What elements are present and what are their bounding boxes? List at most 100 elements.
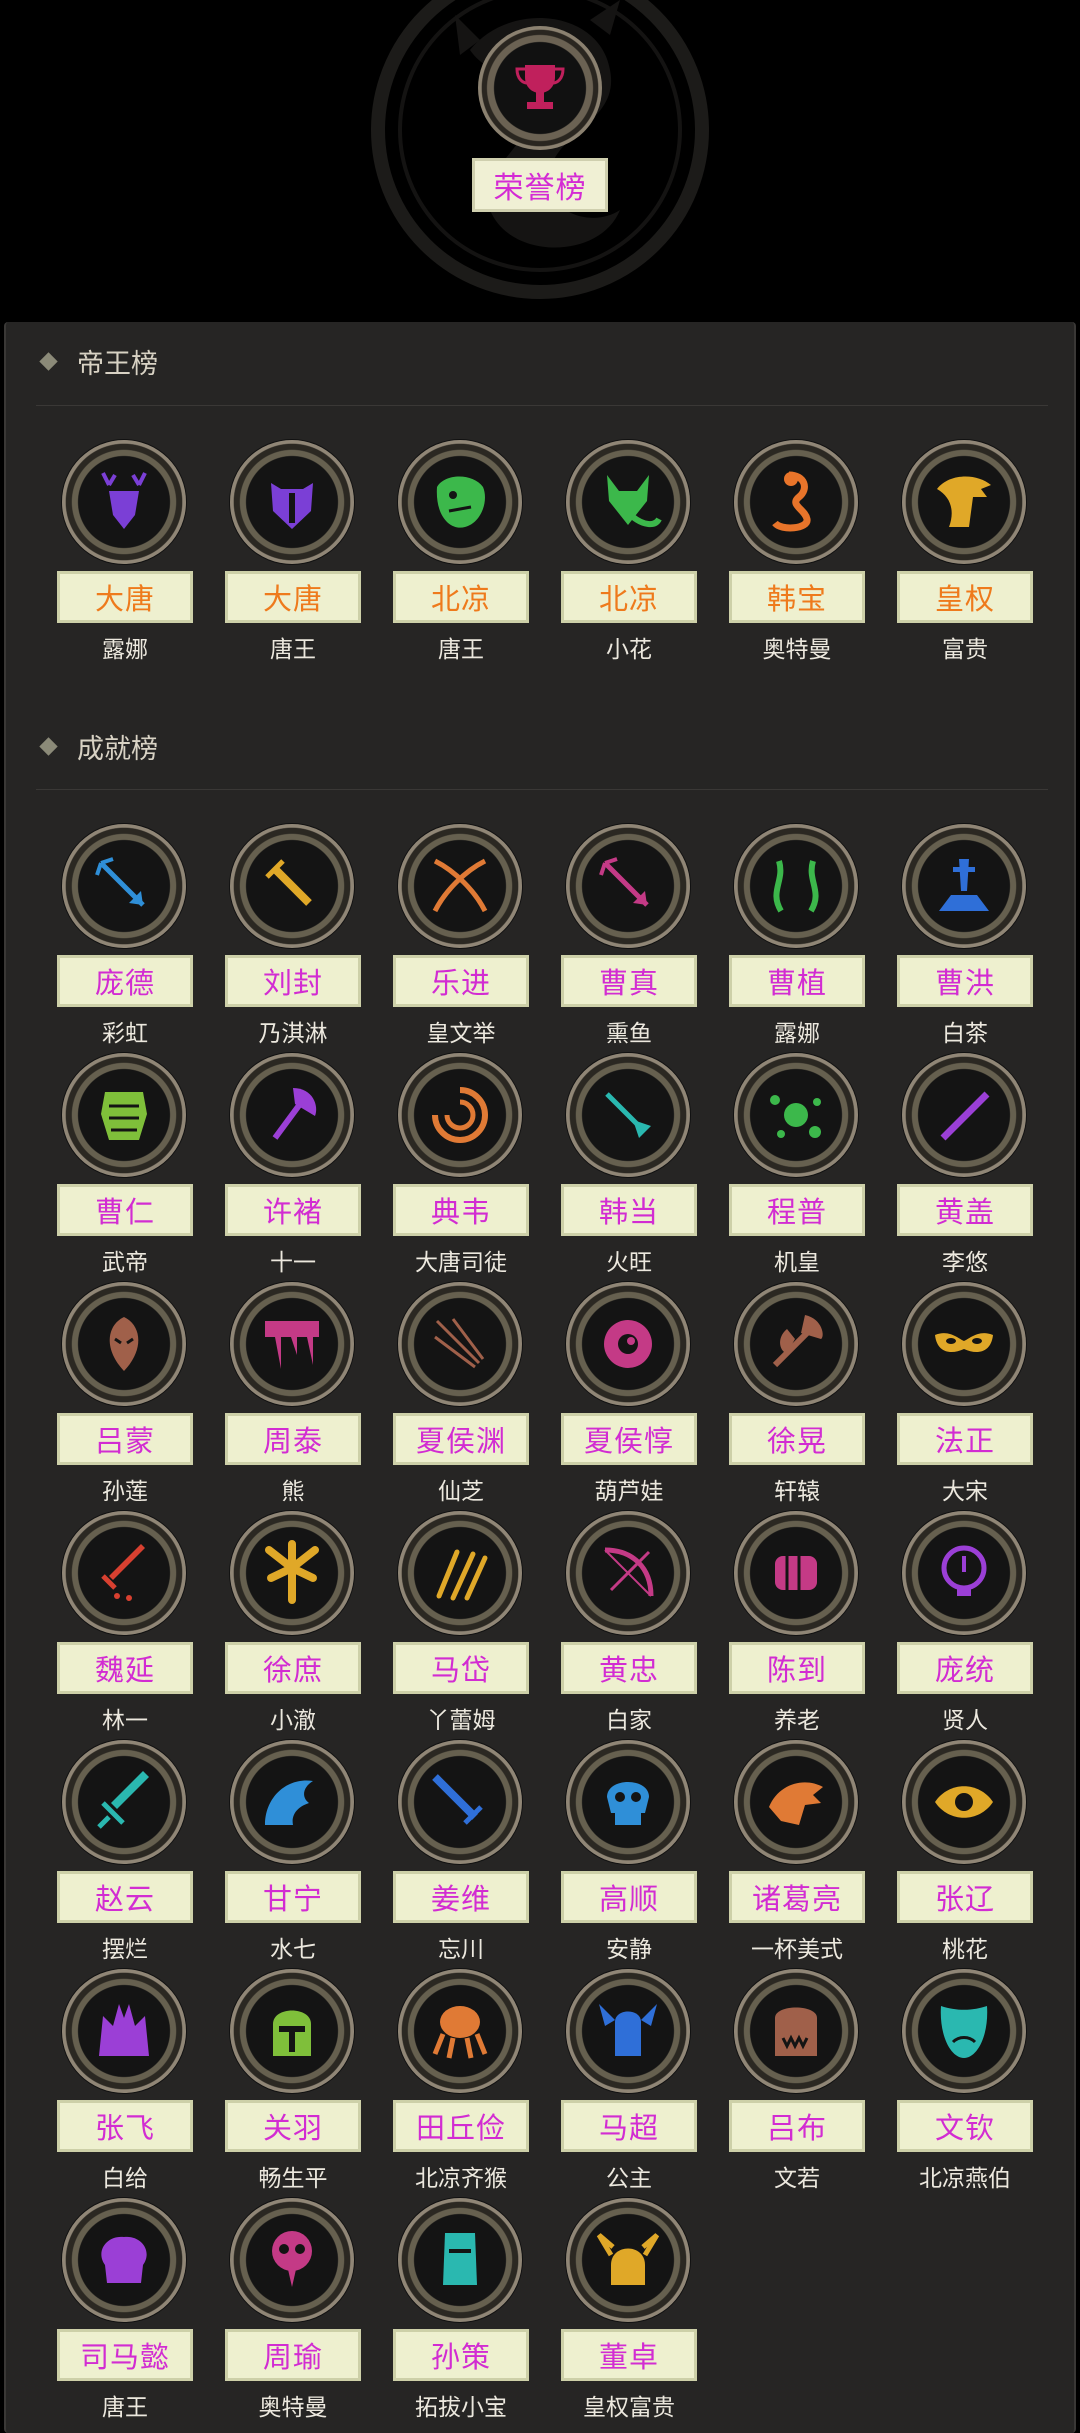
achievement-item[interactable]: 乐进 皇文举 (390, 824, 558, 1053)
achievement-item[interactable]: 许褚 十一 (222, 1053, 390, 1282)
emperor-item[interactable]: 大唐 露娜 (54, 440, 222, 669)
achievement-item[interactable]: 庞统 贤人 (894, 1511, 1062, 1740)
achievement-item[interactable]: 文钦 北凉燕伯 (894, 1969, 1062, 2198)
medal-badge[interactable] (62, 1053, 186, 1177)
achievement-item[interactable]: 徐庶 小澈 (222, 1511, 390, 1740)
vortex-icon (432, 1087, 488, 1143)
emperor-item[interactable]: 大唐 唐王 (222, 440, 390, 669)
medal-badge[interactable] (398, 1511, 522, 1635)
achievement-item[interactable]: 典韦 大唐司徒 (390, 1053, 558, 1282)
achievement-item[interactable]: 吕蒙 孙莲 (54, 1282, 222, 1511)
achievement-item[interactable]: 张辽 桃花 (894, 1740, 1062, 1969)
medal-badge[interactable] (62, 1969, 186, 2093)
medal-badge[interactable] (62, 824, 186, 948)
trophy-icon (515, 65, 565, 109)
medal-badge[interactable] (230, 824, 354, 948)
achievement-item[interactable]: 董卓 皇权富贵 (558, 2198, 726, 2427)
achievement-item[interactable]: 曹洪 白茶 (894, 824, 1062, 1053)
achievement-item[interactable]: 甘宁 水七 (222, 1740, 390, 1969)
medal-badge[interactable] (398, 1053, 522, 1177)
achievement-item[interactable]: 姜维 忘川 (390, 1740, 558, 1969)
medal-badge[interactable] (230, 440, 354, 564)
medal-badge[interactable] (566, 1740, 690, 1864)
medal-badge[interactable] (566, 824, 690, 948)
achievement-item[interactable]: 田丘俭 北凉齐猴 (390, 1969, 558, 2198)
medal-badge[interactable] (230, 1282, 354, 1406)
player-name: 北凉齐猴 (415, 2166, 507, 2192)
medal-badge[interactable] (62, 1740, 186, 1864)
achievement-item[interactable]: 韩当 火旺 (558, 1053, 726, 1282)
achievement-item[interactable]: 司马懿 唐王 (54, 2198, 222, 2427)
achievement-item[interactable]: 马超 公主 (558, 1969, 726, 2198)
medal-badge[interactable] (62, 440, 186, 564)
achievement-item[interactable]: 赵云 摆烂 (54, 1740, 222, 1969)
achievement-item[interactable]: 庞德 彩虹 (54, 824, 222, 1053)
achievement-item[interactable]: 魏延 林一 (54, 1511, 222, 1740)
medal-badge[interactable] (62, 1282, 186, 1406)
medal-badge[interactable] (734, 1969, 858, 2093)
achievement-item[interactable]: 马岱 丫蕾姆 (390, 1511, 558, 1740)
medal-badge[interactable] (398, 440, 522, 564)
medal-badge[interactable] (902, 824, 1026, 948)
emperor-item[interactable]: 北凉 唐王 (390, 440, 558, 669)
medal-badge[interactable] (566, 1511, 690, 1635)
lizard-icon (436, 476, 485, 528)
achievement-item[interactable]: 陈到 养老 (726, 1511, 894, 1740)
achievement-item[interactable]: 曹植 露娜 (726, 824, 894, 1053)
achievement-item[interactable]: 张飞 白给 (54, 1969, 222, 2198)
emperor-item[interactable]: 北凉 小花 (558, 440, 726, 669)
medal-badge[interactable] (398, 1969, 522, 2093)
achievement-item[interactable]: 夏侯惇 葫芦娃 (558, 1282, 726, 1511)
achievement-item[interactable]: 曹仁 武帝 (54, 1053, 222, 1282)
medal-badge[interactable] (902, 440, 1026, 564)
achievement-item[interactable]: 黄忠 白家 (558, 1511, 726, 1740)
achievement-item[interactable]: 高顺 安静 (558, 1740, 726, 1969)
medal-badge[interactable] (398, 1740, 522, 1864)
achievement-item[interactable]: 孙策 拓拔小宝 (390, 2198, 558, 2427)
medal-badge[interactable] (230, 1969, 354, 2093)
achievement-item[interactable]: 夏侯渊 仙芝 (390, 1282, 558, 1511)
medal-badge[interactable] (902, 1969, 1026, 2093)
achievement-item[interactable]: 曹真 熏鱼 (558, 824, 726, 1053)
achievement-item[interactable]: 程普 机皇 (726, 1053, 894, 1282)
medal-badge[interactable] (734, 440, 858, 564)
trophy-badge[interactable] (478, 26, 602, 150)
achievement-item[interactable]: 徐晃 轩辕 (726, 1282, 894, 1511)
medal-badge[interactable] (62, 1511, 186, 1635)
medal-badge[interactable] (902, 1740, 1026, 1864)
medal-badge[interactable] (230, 2198, 354, 2322)
medal-badge[interactable] (734, 1053, 858, 1177)
eagle-icon (937, 476, 991, 527)
medal-badge[interactable] (230, 1053, 354, 1177)
medal-badge[interactable] (734, 1282, 858, 1406)
achievement-item[interactable]: 周泰熊 (222, 1282, 390, 1511)
achievement-item[interactable]: 关羽 畅生平 (222, 1969, 390, 2198)
medal-badge[interactable] (566, 2198, 690, 2322)
player-name: 白茶 (942, 1021, 988, 1047)
medal-badge[interactable] (902, 1511, 1026, 1635)
medal-badge[interactable] (398, 2198, 522, 2322)
medal-badge[interactable] (230, 1511, 354, 1635)
achievement-item[interactable]: 黄盖 李悠 (894, 1053, 1062, 1282)
achievement-item[interactable]: 吕布 文若 (726, 1969, 894, 2198)
achievement-item[interactable]: 周瑜 奥特曼 (222, 2198, 390, 2427)
medal-badge[interactable] (398, 824, 522, 948)
medal-badge[interactable] (734, 824, 858, 948)
emperor-item[interactable]: 韩宝 奥特曼 (726, 440, 894, 669)
medal-badge[interactable] (398, 1282, 522, 1406)
medal-badge[interactable] (734, 1740, 858, 1864)
medal-badge[interactable] (230, 1740, 354, 1864)
medal-badge[interactable] (734, 1511, 858, 1635)
medal-badge[interactable] (566, 1282, 690, 1406)
medal-badge[interactable] (566, 440, 690, 564)
emperor-item[interactable]: 皇权 富贵 (894, 440, 1062, 669)
achievement-item[interactable]: 法正 大宋 (894, 1282, 1062, 1511)
medal-badge[interactable] (902, 1282, 1026, 1406)
achievement-item[interactable]: 诸葛亮 一杯美式 (726, 1740, 894, 1969)
medal-badge[interactable] (902, 1053, 1026, 1177)
medal-badge[interactable] (566, 1053, 690, 1177)
achievement-item[interactable]: 刘封 乃淇淋 (222, 824, 390, 1053)
medal-badge[interactable] (62, 2198, 186, 2322)
medal-badge[interactable] (566, 1969, 690, 2093)
bloody-sword-icon (101, 1544, 145, 1601)
